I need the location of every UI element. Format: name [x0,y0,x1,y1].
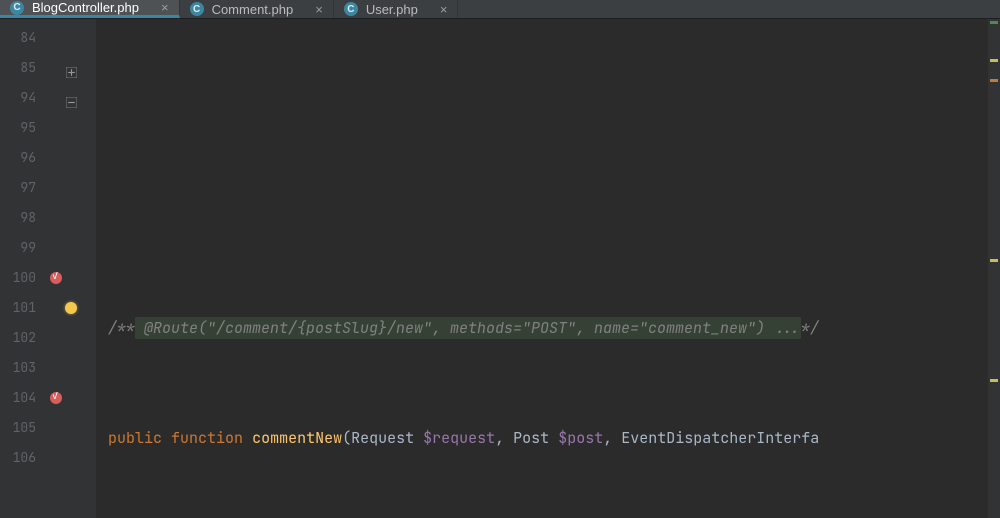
error-stripe[interactable] [988,19,1000,518]
code-content[interactable]: /** @Route("/comment/{postSlug}/new", me… [96,19,988,518]
tab-user[interactable]: C User.php × [334,0,459,18]
code-line: /** @Route("/comment/{postSlug}/new", me… [96,313,988,343]
tab-comment[interactable]: C Comment.php × [180,0,334,18]
line-number: 95 [0,113,46,143]
gutter-icon-empty [46,443,96,473]
close-icon[interactable]: × [161,0,169,15]
marker[interactable] [990,379,998,382]
gutter-icon-empty [46,23,96,53]
fold-icon[interactable] [46,83,96,113]
php-class-icon: C [190,2,204,16]
line-number: 85 [0,53,46,83]
line-number: 102 [0,323,46,353]
gutter-icon-empty [46,323,96,353]
code-line: public function commentNew(Request $requ… [96,423,988,453]
lightbulb-icon[interactable] [46,293,96,323]
gutter-icon-empty [46,233,96,263]
tab-label: Comment.php [212,2,294,17]
php-class-icon: C [10,1,24,15]
gutter-icon-empty [46,413,96,443]
tab-label: User.php [366,2,418,17]
marker[interactable] [990,21,998,24]
close-icon[interactable]: × [440,2,448,17]
gutter-icon-empty [46,113,96,143]
gutter-icon-empty [46,173,96,203]
php-class-icon: C [344,2,358,16]
code-line [96,203,988,233]
marker[interactable] [990,59,998,62]
editor-tabbar: C BlogController.php × C Comment.php × C… [0,0,1000,19]
line-number: 103 [0,353,46,383]
line-number: 106 [0,443,46,473]
marker[interactable] [990,79,998,82]
line-number: 104 [0,383,46,413]
line-number: 97 [0,173,46,203]
breakpoint-icon[interactable] [46,263,96,293]
tab-label: BlogController.php [32,0,139,15]
line-number: 99 [0,233,46,263]
fold-icon[interactable] [46,53,96,83]
breakpoint-icon[interactable] [46,383,96,413]
line-number: 100 [0,263,46,293]
gutter-icon-column [46,19,96,518]
line-number: 94 [0,83,46,113]
gutter-icon-empty [46,203,96,233]
gutter-icon-empty [46,143,96,173]
close-icon[interactable]: × [315,2,323,17]
line-number: 101 [0,293,46,323]
line-number: 98 [0,203,46,233]
tab-blogcontroller[interactable]: C BlogController.php × [0,0,180,18]
marker[interactable] [990,259,998,262]
line-number: 84 [0,23,46,53]
line-number-gutter: 84 85 94 95 96 97 98 99 100 101 102 103 … [0,19,46,518]
gutter-icon-empty [46,353,96,383]
line-number: 96 [0,143,46,173]
code-editor[interactable]: 84 85 94 95 96 97 98 99 100 101 102 103 … [0,19,1000,518]
line-number: 105 [0,413,46,443]
